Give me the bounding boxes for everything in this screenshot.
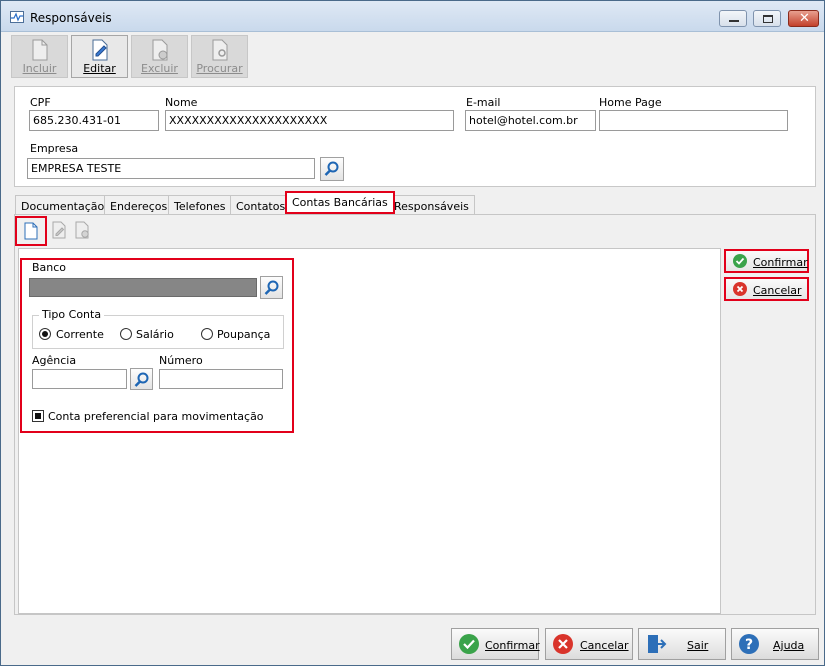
delete-document-icon <box>152 39 168 61</box>
empresa-field[interactable]: EMPRESA TESTE <box>27 158 315 179</box>
delete-account-button[interactable] <box>74 221 96 243</box>
window-title: Responsáveis <box>30 11 112 25</box>
banco-field[interactable] <box>29 278 257 297</box>
cancel-icon <box>552 633 574 655</box>
search-icon <box>134 372 149 387</box>
close-icon: ✕ <box>799 11 810 26</box>
cpf-field[interactable]: 685.230.431-01 <box>29 110 159 131</box>
cancel-icon <box>733 282 747 296</box>
banco-label: Banco <box>32 261 67 274</box>
excluir-label: Excluir <box>141 62 178 75</box>
edit-document-icon <box>52 221 66 239</box>
tab-contatos[interactable]: Contatos <box>230 195 292 215</box>
search-document-icon <box>212 39 228 61</box>
cpf-label: CPF <box>30 96 51 109</box>
new-document-icon <box>32 39 48 61</box>
incluir-label: Incluir <box>22 62 57 75</box>
title-bar[interactable]: Responsáveis ✕ <box>1 1 824 32</box>
footer-cancel-label: Cancelar <box>580 639 629 652</box>
footer-help-label: Ajuda <box>773 639 805 652</box>
numero-label: Número <box>159 354 203 367</box>
editar-button[interactable]: Editar <box>71 35 128 78</box>
side-cancel-label: Cancelar <box>753 284 802 297</box>
preferencial-label: Conta preferencial para movimentação <box>48 410 264 423</box>
radio-salario-label: Salário <box>136 328 174 341</box>
footer-help-button[interactable]: ? Ajuda <box>731 628 819 660</box>
minimize-icon <box>729 20 739 22</box>
footer-exit-button[interactable]: Sair <box>638 628 726 660</box>
empresa-label: Empresa <box>30 142 79 155</box>
radio-salario[interactable] <box>120 328 132 340</box>
editar-label: Editar <box>83 62 116 75</box>
footer-confirm-label: Confirmar <box>485 639 540 652</box>
procurar-label: Procurar <box>196 62 243 75</box>
side-confirm-button[interactable]: Confirmar <box>724 249 809 273</box>
check-icon <box>733 254 747 268</box>
maximize-button[interactable] <box>753 10 781 27</box>
tipo-conta-title: Tipo Conta <box>39 308 105 321</box>
procurar-button[interactable]: Procurar <box>191 35 248 78</box>
tab-responsaveis[interactable]: Responsáveis <box>388 195 475 215</box>
edit-document-icon <box>92 39 108 61</box>
app-icon <box>10 11 24 23</box>
radio-corrente-label: Corrente <box>56 328 104 341</box>
nome-field[interactable]: XXXXXXXXXXXXXXXXXXXXX <box>165 110 454 131</box>
radio-poupanca[interactable] <box>201 328 213 340</box>
side-confirm-label: Confirmar <box>753 256 808 269</box>
agencia-field[interactable] <box>32 369 127 389</box>
excluir-button[interactable]: Excluir <box>131 35 188 78</box>
maximize-icon <box>763 15 773 23</box>
help-icon: ? <box>738 633 760 655</box>
agencia-search-button[interactable] <box>130 368 153 390</box>
footer-confirm-button[interactable]: Confirmar <box>451 628 540 660</box>
homepage-field[interactable] <box>599 110 788 131</box>
footer-exit-label: Sair <box>687 639 709 652</box>
close-button[interactable]: ✕ <box>788 10 819 27</box>
search-icon <box>324 161 339 176</box>
search-icon <box>264 280 279 295</box>
tab-enderecos[interactable]: Endereços <box>104 195 174 215</box>
tab-documentacao[interactable]: Documentação <box>15 195 111 215</box>
homepage-label: Home Page <box>599 96 662 109</box>
edit-account-button[interactable] <box>51 221 73 243</box>
nome-label: Nome <box>165 96 198 109</box>
numero-field[interactable] <box>159 369 283 389</box>
add-account-button[interactable] <box>15 216 47 246</box>
email-label: E-mail <box>466 96 501 109</box>
exit-door-icon <box>645 633 667 655</box>
tab-telefones[interactable]: Telefones <box>168 195 232 215</box>
footer-cancel-button[interactable]: Cancelar <box>545 628 633 660</box>
empresa-search-button[interactable] <box>320 157 344 181</box>
delete-document-icon <box>75 221 89 239</box>
preferencial-checkbox[interactable] <box>32 410 44 422</box>
tab-contas-bancarias[interactable]: Contas Bancárias <box>285 191 395 214</box>
responsaveis-window: Responsáveis ✕ Incluir Editar Excluir Pr… <box>0 0 825 666</box>
svg-text:?: ? <box>745 637 753 653</box>
check-icon <box>458 633 480 655</box>
incluir-button[interactable]: Incluir <box>11 35 68 78</box>
agencia-label: Agência <box>32 354 77 367</box>
email-field[interactable]: hotel@hotel.com.br <box>465 110 596 131</box>
minimize-button[interactable] <box>719 10 747 27</box>
radio-poupanca-label: Poupança <box>217 328 271 341</box>
side-cancel-button[interactable]: Cancelar <box>724 277 809 301</box>
new-document-icon <box>24 222 38 240</box>
banco-search-button[interactable] <box>260 276 283 299</box>
radio-corrente[interactable] <box>39 328 51 340</box>
